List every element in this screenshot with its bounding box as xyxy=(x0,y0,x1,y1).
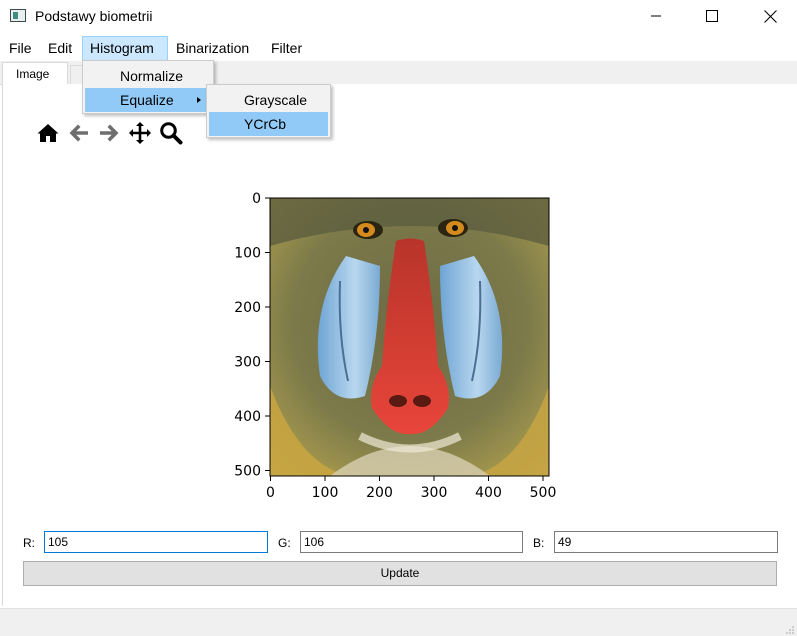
forward-arrow-icon[interactable] xyxy=(97,121,121,145)
x-tick-label: 100 xyxy=(312,485,339,501)
menu-item-equalize[interactable]: Equalize xyxy=(85,88,209,112)
menu-binarization[interactable]: Binarization xyxy=(169,36,256,61)
close-button[interactable] xyxy=(747,0,793,32)
b-field[interactable] xyxy=(554,531,778,553)
x-tick-label: 500 xyxy=(530,485,557,501)
zoom-icon[interactable] xyxy=(159,121,183,145)
y-tick-label: 0 xyxy=(252,191,261,207)
x-axis: 0 100 200 300 400 500 xyxy=(266,476,556,501)
y-tick-label: 300 xyxy=(234,355,261,371)
window-title: Podstawy biometrii xyxy=(35,8,153,24)
r-label: R: xyxy=(23,536,35,550)
menu-item-grayscale[interactable]: Grayscale xyxy=(209,88,328,112)
submenu-arrow-icon xyxy=(197,97,201,103)
x-tick-label: 200 xyxy=(366,485,393,501)
menu-edit[interactable]: Edit xyxy=(41,36,79,61)
back-arrow-icon[interactable] xyxy=(67,121,91,145)
menu-item-normalize[interactable]: Normalize xyxy=(85,64,211,88)
tab-image[interactable]: Image xyxy=(2,62,68,85)
main-window: Podstawy biometrii File Edit Histogram B… xyxy=(0,0,797,636)
menu-item-ycrcb[interactable]: YCrCb xyxy=(209,112,328,136)
resize-grip-icon[interactable] xyxy=(785,625,795,635)
maximize-button[interactable] xyxy=(689,0,735,32)
minimize-icon xyxy=(651,15,661,17)
g-label: G: xyxy=(278,536,291,550)
y-tick-label: 500 xyxy=(234,464,261,480)
minimize-button[interactable] xyxy=(633,0,679,32)
x-tick-label: 400 xyxy=(475,485,502,501)
y-axis: 0 100 200 300 400 500 xyxy=(234,191,270,480)
histogram-menu: Normalize Equalize xyxy=(82,60,214,114)
x-tick-label: 300 xyxy=(421,485,448,501)
r-field[interactable] xyxy=(44,531,268,553)
menu-item-equalize-label: Equalize xyxy=(120,92,174,108)
x-tick-label: 0 xyxy=(266,485,275,501)
g-field[interactable] xyxy=(300,531,523,553)
app-window-icon xyxy=(10,9,26,22)
update-button[interactable]: Update xyxy=(23,561,777,586)
menu-histogram[interactable]: Histogram xyxy=(82,36,168,61)
y-tick-label: 400 xyxy=(234,409,261,425)
pan-icon[interactable] xyxy=(128,121,152,145)
equalize-submenu: Grayscale YCrCb xyxy=(206,84,331,138)
close-icon xyxy=(764,10,777,23)
mandrill-photo xyxy=(270,198,549,476)
b-label: B: xyxy=(533,536,545,550)
maximize-icon xyxy=(706,10,718,22)
title-bar[interactable]: Podstawy biometrii xyxy=(0,0,797,33)
menu-file[interactable]: File xyxy=(2,36,39,61)
y-tick-label: 100 xyxy=(234,246,261,262)
home-icon[interactable] xyxy=(36,121,60,145)
image-plot[interactable]: 0 100 200 300 400 500 0 100 200 300 400 … xyxy=(220,186,570,506)
menu-filter[interactable]: Filter xyxy=(264,36,309,61)
status-bar xyxy=(0,608,797,636)
y-tick-label: 200 xyxy=(234,300,261,316)
menu-bar: File Edit Histogram Binarization Filter xyxy=(0,36,797,61)
